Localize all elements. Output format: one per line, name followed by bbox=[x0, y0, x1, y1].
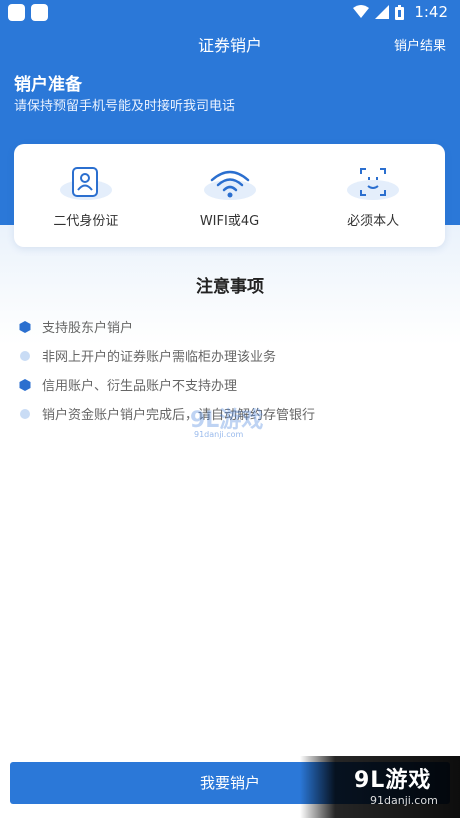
battery-icon bbox=[395, 4, 405, 20]
notice-text: 支持股东户销户 bbox=[42, 321, 134, 336]
requirement-wifi: WIFI或4G bbox=[158, 144, 302, 247]
notification-app-icon bbox=[8, 4, 25, 21]
wifi-icon bbox=[202, 164, 258, 202]
notification-app-icon bbox=[31, 4, 48, 21]
status-bar: 1:42 bbox=[0, 0, 460, 26]
watermark-url: 91danji.com bbox=[370, 794, 438, 807]
dot-bullet-icon bbox=[20, 350, 30, 361]
page-title: 证券销户 bbox=[197, 36, 262, 55]
requirement-label: WIFI或4G bbox=[199, 214, 260, 229]
prep-subtitle: 请保持预留手机号能及时接听我司电话 bbox=[14, 99, 236, 114]
result-link[interactable]: 销户结果 bbox=[394, 35, 446, 54]
top-bar: 证券销户 销户结果 bbox=[0, 30, 460, 60]
watermark-logo: 9L游戏 91danji.com bbox=[300, 756, 460, 818]
dot-bullet-icon bbox=[20, 408, 30, 419]
requirement-face: 必须本人 bbox=[301, 144, 445, 247]
watermark-center: 9L游戏 91danji.com bbox=[190, 402, 263, 439]
wifi-signal-icon bbox=[353, 5, 370, 18]
watermark-brand: 9L游戏 bbox=[354, 768, 432, 793]
hexagon-bullet-icon bbox=[19, 320, 31, 333]
clock-time: 1:42 bbox=[414, 3, 448, 21]
notice-text: 信用账户、衍生品账户不支持办理 bbox=[42, 379, 238, 394]
requirement-label: 二代身份证 bbox=[53, 214, 119, 229]
id-card-icon bbox=[58, 164, 114, 202]
prep-title: 销户准备 bbox=[14, 75, 82, 95]
notice-item: 支持股东户销户 bbox=[18, 312, 448, 341]
requirement-id-card: 二代身份证 bbox=[14, 144, 158, 247]
notice-title: 注意事项 bbox=[196, 277, 264, 297]
notice-text: 销户资金账户销户完成后，请自动解约存管银行 bbox=[42, 408, 316, 423]
cell-signal-icon bbox=[375, 5, 390, 19]
notice-text: 非网上开户的证券账户需临柜办理该业务 bbox=[42, 350, 277, 365]
hexagon-bullet-icon bbox=[19, 378, 31, 391]
requirements-card: 二代身份证 WIFI或4G 必须本人 bbox=[14, 144, 445, 247]
notice-item: 非网上开户的证券账户需临柜办理该业务 bbox=[18, 341, 448, 370]
notice-item: 信用账户、衍生品账户不支持办理 bbox=[18, 370, 448, 399]
requirement-label: 必须本人 bbox=[347, 214, 400, 229]
face-scan-icon bbox=[345, 164, 401, 202]
